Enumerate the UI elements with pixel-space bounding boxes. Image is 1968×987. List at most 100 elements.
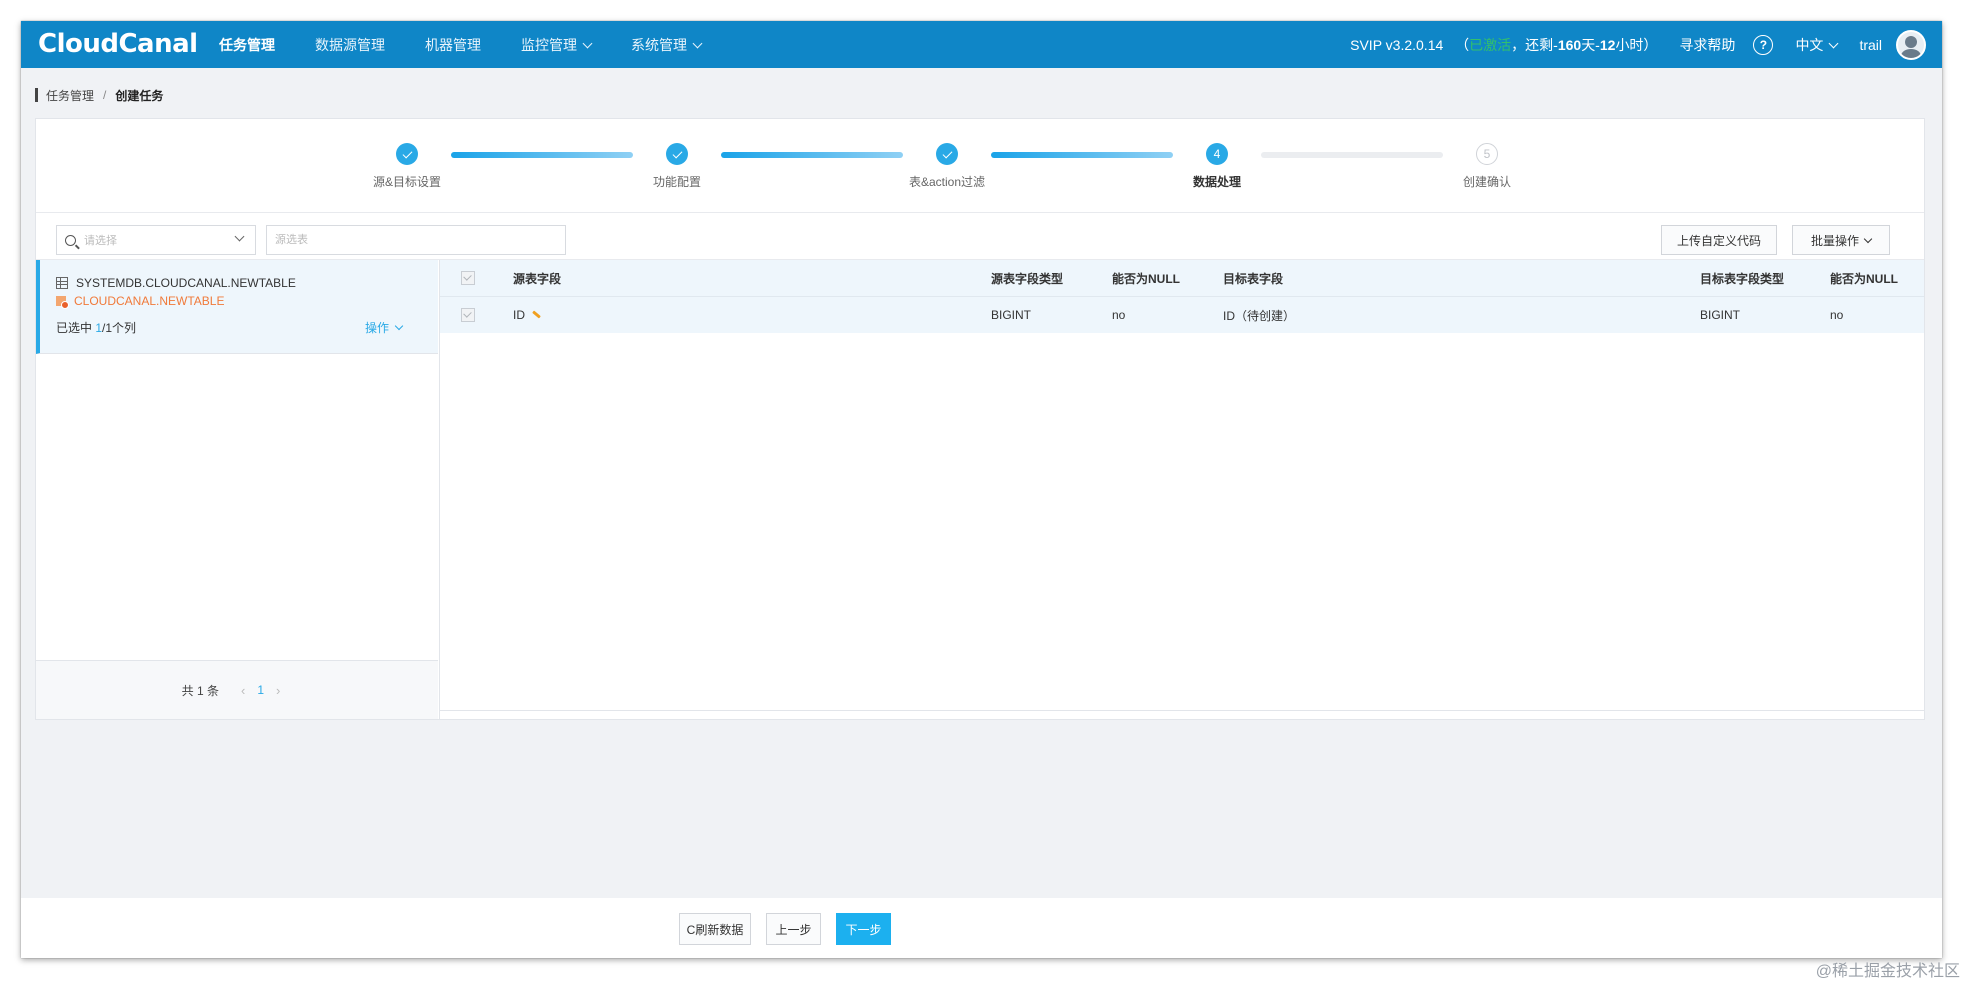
pager-next-icon[interactable]: › [276, 683, 280, 698]
app-window: CloudCanal 任务管理 数据源管理 机器管理 监控管理 系统管理 SVI… [21, 21, 1942, 958]
row-checkbox[interactable] [461, 308, 475, 322]
chevron-down-icon [692, 38, 703, 48]
header-checkbox-cell [440, 260, 513, 297]
step-connector [451, 152, 633, 158]
step-check-icon [396, 143, 418, 165]
source-field: ID [513, 308, 525, 322]
license-days: 160 [1557, 36, 1582, 53]
table-scrollbar-track[interactable] [440, 710, 1924, 719]
next-step-button[interactable]: 下一步 [836, 913, 891, 945]
table-row[interactable]: ID BIGINT no ID（待创建） BIGINT no [440, 296, 1924, 333]
pagination: 共 1 条 ‹ 1 › [36, 660, 438, 719]
avatar[interactable] [1896, 29, 1926, 60]
stepper: 源&目标设置 功能配置 表&action过滤 4 数据处理 5 创建确认 [36, 119, 1924, 213]
breadcrumb-current: 创建任务 [115, 88, 164, 103]
pager-page[interactable]: 1 [257, 683, 264, 697]
table-list-item[interactable]: SYSTEMDB.CLOUDCANAL.NEWTABLE CLOUDCANAL.… [36, 260, 438, 354]
step-number: 4 [1206, 143, 1228, 165]
button-label: C刷新数据 [686, 922, 744, 937]
breadcrumb-bar [35, 88, 38, 102]
step-label: 源&目标设置 [372, 175, 441, 189]
nav-machine-management[interactable]: 机器管理 [425, 35, 481, 55]
watermark: @稀土掘金技术社区 [1815, 963, 1960, 980]
refresh-data-button[interactable]: C刷新数据 [679, 913, 751, 945]
chevron-down-icon [582, 38, 593, 48]
header-target-null: 能否为NULL [1830, 260, 1924, 297]
select-all-checkbox[interactable] [461, 271, 475, 285]
prev-step-button[interactable]: 上一步 [766, 913, 821, 945]
help-link[interactable]: 寻求帮助 [1679, 35, 1735, 55]
header-target-type: 目标表字段类型 [1700, 260, 1830, 297]
step-label: 功能配置 [652, 175, 701, 189]
license-open: （ [1455, 36, 1470, 53]
logo: CloudCanal [38, 29, 198, 59]
step-table-action-filter: 表&action过滤 [887, 143, 1007, 190]
button-label: 批量操作 [1810, 233, 1859, 248]
top-bar: CloudCanal 任务管理 数据源管理 机器管理 监控管理 系统管理 SVI… [21, 21, 1942, 68]
header-right: SVIP v3.2.0.14 （已激活，还剩-160天-12小时） 寻求帮助 ?… [1350, 21, 1926, 68]
step-connector [1261, 152, 1443, 158]
nav-label: 数据源管理 [315, 36, 385, 53]
step-check-icon [936, 143, 958, 165]
breadcrumb-parent[interactable]: 任务管理 [46, 87, 94, 104]
toolbar: 请选择 源选表 上传自定义代码 批量操作 [36, 213, 1924, 260]
button-label: 下一步 [845, 922, 882, 937]
license-status: 已激活 [1469, 36, 1512, 53]
language-switch[interactable]: 中文 [1795, 35, 1839, 55]
main-panel: 源&目标设置 功能配置 表&action过滤 4 数据处理 5 创建确认 请选择… [35, 118, 1925, 720]
header-target-field: 目标表字段 [1223, 260, 1700, 297]
field-mapping-table: 源表字段 源表字段类型 能否为NULL 目标表字段 目标表字段类型 能否为NUL… [440, 260, 1924, 333]
operation-label: 操作 [364, 321, 389, 335]
breadcrumb-separator: / [103, 88, 107, 102]
step-connector [991, 152, 1173, 158]
table-icon [56, 277, 68, 289]
schema-select[interactable]: 请选择 [56, 225, 256, 255]
source-table-name: SYSTEMDB.CLOUDCANAL.NEWTABLE [76, 276, 296, 290]
upload-custom-code-button[interactable]: 上传自定义代码 [1661, 225, 1777, 255]
license-info: SVIP v3.2.0.14 （已激活，还剩-160天-12小时） [1350, 35, 1657, 55]
target-table-name: CLOUDCANAL.NEWTABLE [74, 294, 225, 308]
new-table-icon [56, 296, 69, 309]
question-icon[interactable]: ? [1753, 34, 1774, 55]
license-hours-unit: 小时） [1615, 36, 1658, 53]
table-filter-input[interactable]: 源选表 [266, 225, 566, 255]
search-icon [65, 234, 76, 246]
table-list: SYSTEMDB.CLOUDCANAL.NEWTABLE CLOUDCANAL.… [36, 260, 440, 719]
nav-label: 任务管理 [219, 36, 275, 53]
nav-label: 机器管理 [425, 36, 481, 53]
nav-system-management[interactable]: 系统管理 [631, 35, 703, 55]
nav-label: 监控管理 [521, 36, 577, 53]
target-type: BIGINT [1700, 296, 1830, 333]
batch-operation-button[interactable]: 批量操作 [1792, 225, 1890, 255]
step-number: 5 [1476, 143, 1498, 165]
header-source-null: 能否为NULL [1112, 260, 1223, 297]
nav-task-management[interactable]: 任务管理 [219, 35, 275, 55]
license-days-unit: 天- [1581, 36, 1600, 53]
step-check-icon [666, 143, 688, 165]
operation-dropdown[interactable]: 操作 [364, 319, 404, 336]
breadcrumb: 任务管理 / 创建任务 [35, 87, 163, 103]
user-name[interactable]: trail [1859, 37, 1882, 53]
chevron-down-icon [1828, 38, 1839, 48]
chevron-down-icon [1863, 234, 1873, 243]
nav-datasource-management[interactable]: 数据源管理 [315, 35, 385, 55]
button-label: 上传自定义代码 [1676, 233, 1761, 248]
source-type: BIGINT [991, 296, 1112, 333]
step-function-config: 功能配置 [617, 143, 737, 190]
step-label: 表&action过滤 [908, 175, 986, 189]
language-label: 中文 [1795, 36, 1824, 53]
source-field-cell: ID [513, 296, 991, 333]
target-table: CLOUDCANAL.NEWTABLE [56, 294, 225, 309]
chevron-down-icon [234, 231, 245, 242]
main-nav: 任务管理 数据源管理 机器管理 监控管理 系统管理 [219, 21, 741, 68]
nav-monitor-management[interactable]: 监控管理 [521, 35, 593, 55]
source-table: SYSTEMDB.CLOUDCANAL.NEWTABLE [56, 276, 296, 290]
select-placeholder: 请选择 [84, 235, 117, 247]
step-label: 数据处理 [1192, 175, 1241, 189]
primary-key-icon [532, 310, 541, 319]
pager-prev-icon[interactable]: ‹ [241, 683, 245, 698]
header-source-field: 源表字段 [513, 260, 991, 297]
selected-suffix: /1个列 [102, 321, 137, 335]
target-field[interactable]: ID（待创建） [1223, 296, 1700, 333]
table-header-row: 源表字段 源表字段类型 能否为NULL 目标表字段 目标表字段类型 能否为NUL… [440, 260, 1924, 297]
